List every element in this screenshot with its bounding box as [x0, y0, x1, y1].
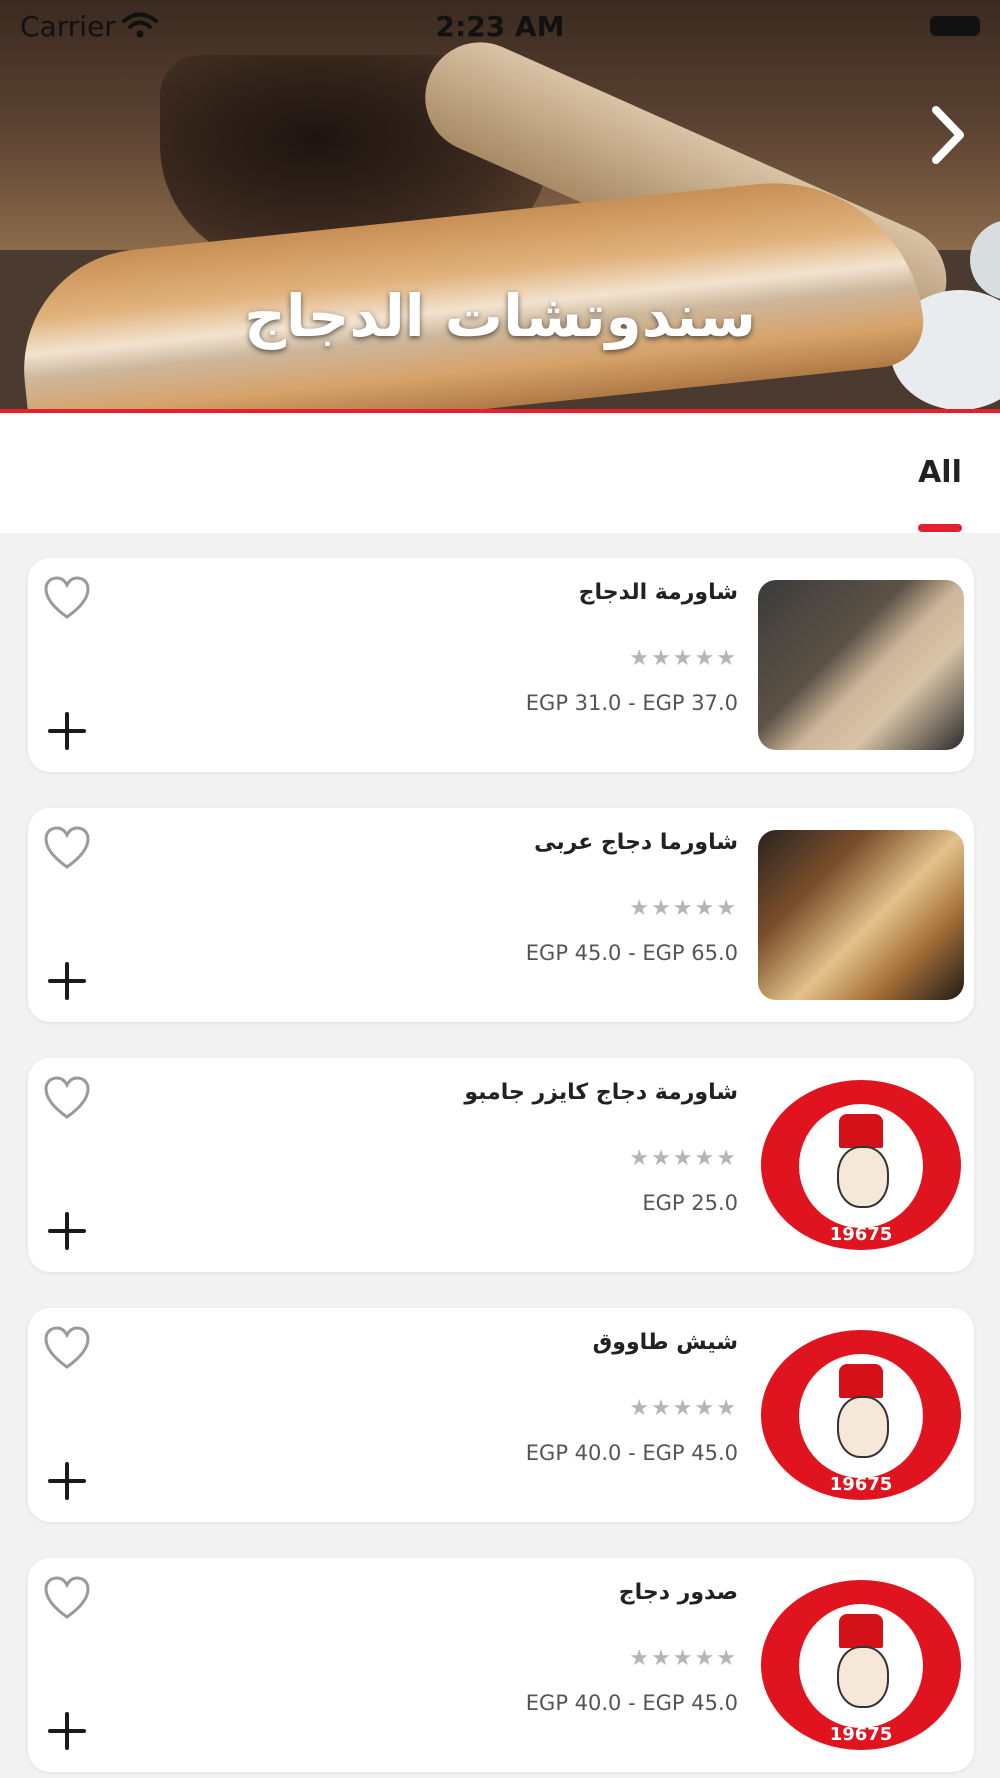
product-card[interactable]: شاورمة الدجاج ★★★★★ EGP 31.0 - EGP 37.0: [28, 558, 974, 772]
star-icon: ★: [716, 1146, 738, 1171]
logo-number: 19675: [829, 1224, 893, 1245]
category-title: سندوتشات الدجاج: [244, 282, 756, 350]
add-to-cart-button[interactable]: [46, 1210, 88, 1252]
product-image: 19675: [758, 1330, 964, 1500]
star-icon: ★: [629, 1646, 652, 1671]
heart-icon[interactable]: [42, 824, 92, 874]
heart-icon[interactable]: [42, 1324, 92, 1374]
star-icon: ★: [716, 1396, 738, 1421]
product-price: EGP 40.0 - EGP 45.0: [525, 1691, 738, 1715]
star-icon: ★: [629, 896, 652, 921]
category-hero: سندوتشات الدجاج: [0, 0, 1000, 413]
tab-all[interactable]: All: [900, 455, 980, 490]
star-icon: ★: [694, 646, 717, 671]
chevron-right-icon: [932, 106, 964, 164]
logo-number: 19675: [829, 1474, 893, 1495]
product-name: صدور دجاج: [618, 1580, 738, 1605]
restaurant-logo: 19675: [761, 1080, 961, 1250]
status-bar: Carrier 2:23 AM: [0, 0, 1000, 54]
star-icon: ★: [694, 1646, 717, 1671]
add-to-cart-button[interactable]: [46, 1710, 88, 1752]
product-price: EGP 40.0 - EGP 45.0: [525, 1441, 738, 1465]
star-icon: ★: [672, 1646, 695, 1671]
logo-fez: [839, 1614, 883, 1648]
product-price: EGP 31.0 - EGP 37.0: [525, 691, 738, 715]
star-icon: ★: [672, 896, 695, 921]
product-name: شاورما دجاج عربى: [534, 830, 738, 855]
rating-stars: ★★★★★: [629, 896, 738, 921]
product-name: شاورمة دجاج كايزر جامبو: [464, 1080, 738, 1105]
product-name: شيش طاووق: [592, 1330, 738, 1355]
heart-icon[interactable]: [42, 574, 92, 624]
star-icon: ★: [651, 1646, 673, 1671]
add-to-cart-button[interactable]: [46, 960, 88, 1002]
star-icon: ★: [716, 1646, 738, 1671]
logo-face: [837, 1396, 889, 1458]
product-name: شاورمة الدجاج: [578, 580, 738, 605]
star-icon: ★: [629, 1146, 652, 1171]
logo-number: 19675: [829, 1724, 893, 1745]
logo-face: [837, 1146, 889, 1208]
star-icon: ★: [672, 1396, 695, 1421]
product-image: [758, 830, 964, 1000]
product-image: [758, 580, 964, 750]
restaurant-logo: 19675: [761, 1580, 961, 1750]
product-price: EGP 25.0: [642, 1191, 738, 1215]
product-card[interactable]: 19675 شيش طاووق ★★★★★ EGP 40.0 - EGP 45.0: [28, 1308, 974, 1522]
star-icon: ★: [672, 1146, 695, 1171]
logo-face: [837, 1646, 889, 1708]
filter-tabs: All: [0, 413, 1000, 533]
rating-stars: ★★★★★: [629, 1146, 738, 1171]
heart-icon[interactable]: [42, 1074, 92, 1124]
battery-icon: [930, 16, 980, 36]
product-card[interactable]: 19675 شاورمة دجاج كايزر جامبو ★★★★★ EGP 25.…: [28, 1058, 974, 1272]
star-icon: ★: [716, 646, 738, 671]
star-icon: ★: [651, 896, 673, 921]
star-icon: ★: [694, 896, 717, 921]
tab-selected-indicator: [918, 524, 962, 532]
product-image: 19675: [758, 1580, 964, 1750]
star-icon: ★: [694, 1396, 717, 1421]
star-icon: ★: [629, 646, 652, 671]
star-icon: ★: [651, 1146, 673, 1171]
rating-stars: ★★★★★: [629, 1646, 738, 1671]
clock: 2:23 AM: [435, 10, 565, 43]
logo-fez: [839, 1114, 883, 1148]
next-category-button[interactable]: [920, 100, 976, 170]
star-icon: ★: [651, 646, 673, 671]
star-icon: ★: [672, 646, 695, 671]
product-card[interactable]: شاورما دجاج عربى ★★★★★ EGP 45.0 - EGP 65.0: [28, 808, 974, 1022]
product-card[interactable]: 19675 صدور دجاج ★★★★★ EGP 40.0 - EGP 45.0: [28, 1558, 974, 1772]
heart-icon[interactable]: [42, 1574, 92, 1624]
star-icon: ★: [629, 1396, 652, 1421]
product-image: 19675: [758, 1080, 964, 1250]
star-icon: ★: [694, 1146, 717, 1171]
product-price: EGP 45.0 - EGP 65.0: [525, 941, 738, 965]
add-to-cart-button[interactable]: [46, 710, 88, 752]
star-icon: ★: [716, 896, 738, 921]
add-to-cart-button[interactable]: [46, 1460, 88, 1502]
star-icon: ★: [651, 1396, 673, 1421]
rating-stars: ★★★★★: [629, 646, 738, 671]
restaurant-logo: 19675: [761, 1330, 961, 1500]
logo-fez: [839, 1364, 883, 1398]
rating-stars: ★★★★★: [629, 1396, 738, 1421]
